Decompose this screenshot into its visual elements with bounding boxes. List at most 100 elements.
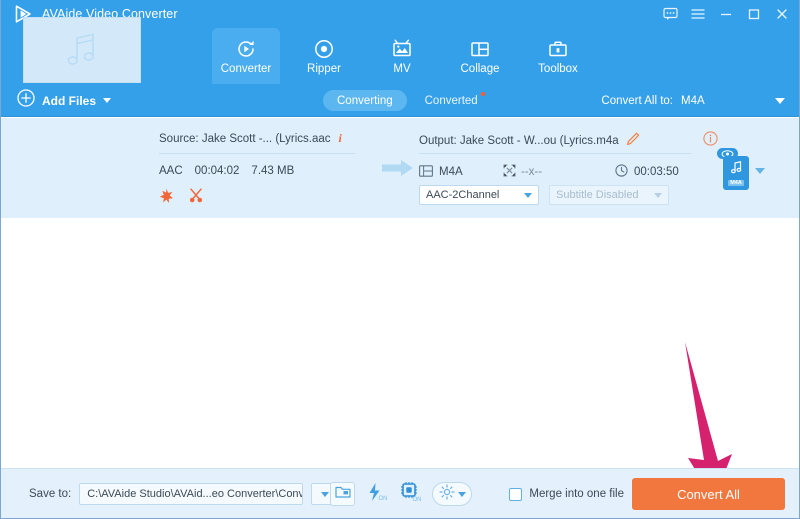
music-note-icon — [60, 29, 104, 71]
chevron-down-icon[interactable] — [103, 98, 112, 103]
source-metadata: AAC 00:04:02 7.43 MB — [159, 165, 294, 177]
right-arrow-icon — [382, 159, 414, 177]
source-duration: 00:04:02 — [194, 165, 240, 177]
tab-toolbox[interactable]: Toolbox — [524, 28, 592, 84]
output-duration-group: 00:03:50 — [615, 164, 679, 180]
magic-wand-edit-icon[interactable] — [159, 188, 174, 203]
chevron-down-icon — [320, 491, 329, 497]
tab-converter-label: Converter — [220, 62, 272, 75]
output-file-name: Output: Jake Scott - W...ou (Lyrics.m4a — [419, 135, 619, 147]
pencil-edit-icon[interactable] — [626, 132, 640, 151]
output-info-icon[interactable] — [702, 131, 718, 151]
layout-grid-icon — [469, 38, 491, 60]
app-window: AVAide Video Converter Converter Ripper … — [0, 0, 800, 519]
subtitle-track-value: Subtitle Disabled — [556, 189, 639, 201]
menu-icon[interactable] — [685, 1, 711, 27]
audio-file-icon — [730, 160, 743, 179]
merge-checkbox[interactable] — [509, 487, 523, 501]
chevron-down-icon[interactable] — [524, 192, 532, 198]
output-resolution-group: --x-- — [503, 164, 615, 180]
hardware-acceleration-icon: ON — [366, 482, 388, 507]
output-resolution: --x-- — [521, 166, 543, 178]
action-bar: Add Files Converting Converted Convert A… — [1, 84, 799, 117]
convert-all-button[interactable]: Convert All — [632, 478, 785, 510]
window-controls — [657, 0, 795, 28]
merge-label: Merge into one file — [529, 488, 624, 500]
hardware-acceleration-button[interactable]: ON — [364, 482, 389, 506]
merge-into-one-file-group[interactable]: Merge into one file — [509, 469, 624, 518]
tab-spacer — [280, 28, 290, 84]
source-filesize: 7.43 MB — [251, 165, 295, 177]
save-to-label: Save to: — [29, 488, 72, 500]
svg-text:ON: ON — [412, 497, 421, 502]
chevron-down-icon — [457, 491, 466, 497]
convert-all-to-dropdown[interactable]: Convert All to: M4A — [601, 84, 785, 117]
status-segmented-control: Converting Converted — [323, 84, 492, 117]
add-files-button[interactable]: Add Files — [17, 84, 112, 117]
disc-icon — [313, 38, 335, 60]
open-folder-button[interactable] — [330, 482, 355, 506]
output-duration: 00:03:50 — [634, 166, 679, 178]
resize-icon — [503, 164, 516, 180]
tab-ripper[interactable]: Ripper — [290, 28, 358, 84]
tab-spacer — [436, 28, 446, 84]
gpu-acceleration-button[interactable]: ON — [398, 481, 423, 507]
empty-workspace — [1, 218, 799, 467]
subtitle-track-select[interactable]: Subtitle Disabled — [549, 185, 669, 205]
tab-converter[interactable]: Converter — [212, 28, 280, 84]
maximize-icon[interactable] — [741, 1, 767, 27]
tab-converting[interactable]: Converting — [323, 90, 407, 111]
picture-frame-icon — [391, 38, 413, 60]
file-thumbnail[interactable] — [23, 17, 141, 83]
tab-collage-label: Collage — [460, 62, 500, 75]
source-file-name-row: Source: Jake Scott -... (Lyrics.aac i — [159, 131, 342, 146]
clock-icon — [615, 164, 628, 180]
tab-converted-label: Converted — [424, 94, 478, 107]
tab-collage[interactable]: Collage — [446, 28, 514, 84]
scissors-cut-icon[interactable] — [188, 188, 204, 203]
output-track-selectors: AAC-2Channel Subtitle Disabled — [419, 185, 669, 205]
save-to-group: Save to: C:\AVAide Studio\AVAid...eo Con… — [29, 469, 339, 518]
tab-toolbox-label: Toolbox — [538, 62, 578, 75]
output-format: M4A — [439, 166, 463, 178]
output-file-name-row: Output: Jake Scott - W...ou (Lyrics.m4a — [419, 131, 718, 151]
settings-gear-icon — [438, 483, 455, 505]
new-items-badge-icon — [480, 92, 485, 96]
output-format-thumbnail[interactable]: M4A — [723, 156, 749, 190]
tab-converted[interactable]: Converted — [411, 90, 492, 111]
source-divider — [159, 153, 355, 154]
convert-circular-arrow-icon — [235, 38, 257, 60]
gpu-chip-icon: ON — [400, 481, 422, 507]
convert-all-label: Convert All — [677, 486, 740, 502]
chevron-down-icon[interactable] — [654, 192, 662, 198]
source-to-output-arrow — [382, 159, 414, 177]
output-format-thumbnail-dropdown[interactable] — [755, 168, 765, 174]
add-files-label: Add Files — [42, 93, 97, 108]
tab-spacer — [358, 28, 368, 84]
plus-circle-icon — [17, 89, 35, 112]
bottom-tool-buttons: ON ON — [330, 469, 472, 518]
tab-mv[interactable]: MV — [368, 28, 436, 84]
tab-ripper-label: Ripper — [307, 62, 341, 75]
minimize-icon[interactable] — [713, 1, 739, 27]
source-info-icon[interactable]: i — [339, 131, 342, 146]
source-format: AAC — [159, 165, 183, 177]
tab-mv-label: MV — [393, 62, 411, 75]
tab-converting-label: Converting — [337, 94, 393, 107]
convert-all-to-label: Convert All to: — [601, 94, 673, 107]
film-strip-icon — [419, 164, 433, 180]
close-icon[interactable] — [769, 1, 795, 27]
save-path-input[interactable]: C:\AVAide Studio\AVAid...eo Converter\Co… — [79, 483, 304, 505]
audio-track-select[interactable]: AAC-2Channel — [419, 185, 539, 205]
bottom-bar: Save to: C:\AVAide Studio\AVAid...eo Con… — [1, 468, 799, 518]
settings-button[interactable] — [432, 482, 472, 506]
svg-text:ON: ON — [378, 496, 387, 502]
tab-spacer — [514, 28, 524, 84]
convert-all-to-value: M4A — [681, 94, 705, 107]
chevron-down-icon[interactable] — [775, 97, 785, 104]
output-format-thumbnail-label: M4A — [728, 180, 744, 186]
feedback-icon[interactable] — [657, 1, 683, 27]
output-divider — [419, 153, 691, 154]
output-format-group: M4A — [419, 164, 503, 180]
source-edit-tools — [159, 188, 204, 203]
